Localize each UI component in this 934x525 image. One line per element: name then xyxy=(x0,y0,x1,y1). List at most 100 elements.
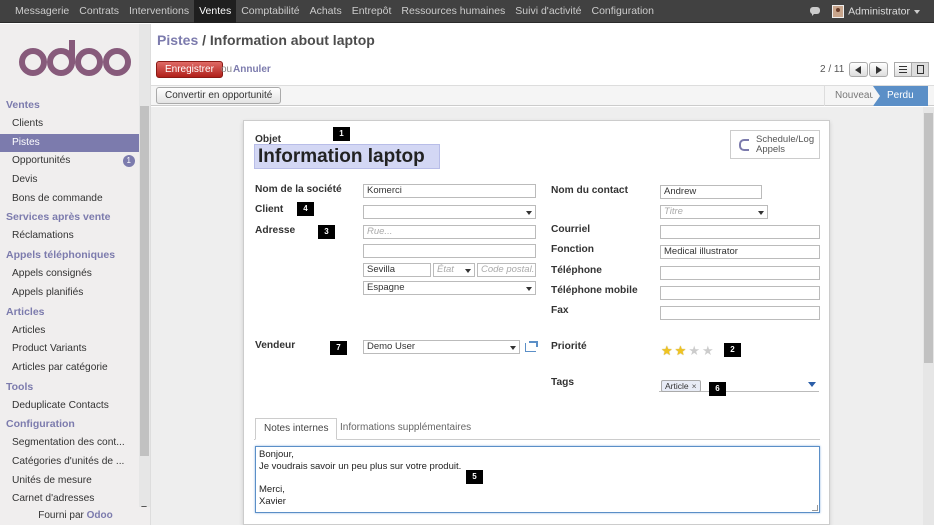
breadcrumb-pistes[interactable]: Pistes xyxy=(157,32,198,48)
email-label: Courriel xyxy=(551,224,591,235)
client-select[interactable] xyxy=(363,205,536,219)
top-menu-item[interactable]: Ressources humaines xyxy=(396,0,510,23)
chevron-down-icon xyxy=(914,9,920,14)
tab-extra-info[interactable]: Informations supplémentaires xyxy=(332,418,479,440)
zip-input[interactable]: Code postal. xyxy=(477,263,536,277)
top-menu-item[interactable]: Entrepôt xyxy=(347,0,397,23)
sidebar-section: Configuration xyxy=(0,415,139,434)
sidebar-item-label: Ventes xyxy=(6,99,40,111)
sidebar-section: Appels téléphoniques xyxy=(0,246,139,265)
star-icon[interactable]: ★ xyxy=(675,344,687,358)
sidebar-item-label: Carnet d'adresses xyxy=(12,493,95,505)
list-view-button[interactable] xyxy=(894,62,912,77)
salesman-select-value: Demo User xyxy=(367,341,416,352)
top-menu-item[interactable]: Interventions xyxy=(124,0,194,23)
arrow-left-icon xyxy=(855,66,861,74)
top-menu-item[interactable]: Configuration xyxy=(587,0,659,23)
sidebar-item-label: Opportunités xyxy=(12,155,71,167)
top-menu-item[interactable]: Contrats xyxy=(74,0,124,23)
sidebar-item[interactable]: Deduplicate Contacts xyxy=(0,397,139,416)
salesman-select[interactable]: Demo User xyxy=(363,340,520,354)
sidebar-item[interactable]: Pistes xyxy=(0,133,139,153)
sidebar-item-label: Deduplicate Contacts xyxy=(12,399,109,411)
contact-name-input[interactable]: Andrew xyxy=(660,185,762,199)
pager-next-button[interactable] xyxy=(869,62,888,77)
count-badge: 1 xyxy=(122,155,135,168)
main-scrollbar[interactable] xyxy=(923,107,934,525)
sidebar-item[interactable]: Appels consignés xyxy=(0,265,139,284)
sidebar-item[interactable]: Catégories d'unités de ... xyxy=(0,453,139,472)
function-input[interactable]: Medical illustrator xyxy=(660,245,820,259)
star-icon[interactable]: ★ xyxy=(688,344,700,358)
user-menu[interactable]: Administrator xyxy=(832,5,920,18)
top-menu-item[interactable]: Suivi d'activité xyxy=(510,0,586,23)
title-select[interactable]: Titre xyxy=(660,205,768,219)
sidebar-item[interactable]: Clients xyxy=(0,115,139,134)
schedule-log-calls-button[interactable]: Schedule/Log Appels xyxy=(730,130,820,159)
cancel-link[interactable]: Annuler xyxy=(233,64,271,75)
internal-notes-textarea[interactable]: Bonjour, Je voudrais savoir un peu plus … xyxy=(255,446,820,513)
stage-perdu[interactable]: Perdu xyxy=(873,86,928,106)
breadcrumb-separator: / xyxy=(198,32,210,48)
sidebar-item-label: Tools xyxy=(6,380,34,393)
sidebar-item[interactable]: Opportunités 1 xyxy=(0,152,139,171)
sidebar-item[interactable]: Unités de mesure xyxy=(0,472,139,491)
external-link-icon[interactable] xyxy=(525,341,538,352)
company-input[interactable]: Komerci xyxy=(363,184,536,198)
subject-input[interactable]: Information laptop xyxy=(254,144,440,169)
footer-text: Fourni par xyxy=(38,510,84,521)
fax-input[interactable] xyxy=(660,306,820,320)
sidebar-footer: Fourni par Odoo xyxy=(0,507,150,525)
top-menu-item[interactable]: Achats xyxy=(305,0,347,23)
marker-7: 7 xyxy=(330,341,347,355)
sidebar-item-label: Appels téléphoniques xyxy=(6,249,116,262)
footer-brand-link[interactable]: Odoo xyxy=(87,510,113,521)
top-menu-item[interactable]: Comptabilité xyxy=(236,0,304,23)
street2-input[interactable] xyxy=(363,244,536,258)
chevron-down-icon xyxy=(510,346,516,350)
sidebar-scrollbar[interactable] xyxy=(139,24,150,514)
sidebar: Ventes Clients Pistes Opportunités 1 Devis Bon… xyxy=(0,24,151,525)
sidebar-item[interactable]: Appels planifiés xyxy=(0,284,139,303)
state-placeholder: État xyxy=(437,264,454,275)
tag-label: Article xyxy=(665,381,689,391)
phone-input[interactable] xyxy=(660,266,820,280)
star-icon[interactable]: ★ xyxy=(702,344,714,358)
save-button[interactable]: Enregistrer xyxy=(156,61,223,78)
sidebar-item[interactable]: Articles par catégorie xyxy=(0,359,139,378)
chat-icon[interactable] xyxy=(810,6,822,17)
sidebar-menu: Ventes Clients Pistes Opportunités 1 Devis Bon… xyxy=(0,96,139,525)
top-menu-item[interactable]: Messagerie xyxy=(10,0,74,23)
sidebar-item[interactable]: Product Variants xyxy=(0,340,139,359)
sidebar-item[interactable]: Segmentation des cont... xyxy=(0,434,139,453)
chevron-down-icon[interactable] xyxy=(808,382,816,387)
sidebar-item[interactable]: Devis xyxy=(0,171,139,190)
star-icon[interactable]: ★ xyxy=(661,344,673,358)
sidebar-item[interactable]: Articles xyxy=(0,322,139,341)
main-scroll-thumb[interactable] xyxy=(924,113,933,363)
tab-internal-notes[interactable]: Notes internes xyxy=(255,418,338,440)
top-menu-item[interactable]: Ventes xyxy=(194,0,237,23)
email-input[interactable] xyxy=(660,225,820,239)
stage-nouveau[interactable]: Nouveau xyxy=(824,86,875,106)
sidebar-item-label: Clients xyxy=(12,118,44,129)
sidebar-item-label: Catégories d'unités de ... xyxy=(12,455,125,467)
street-input[interactable]: Rue... xyxy=(363,225,536,239)
resize-handle-icon[interactable] xyxy=(812,505,818,511)
priority-stars[interactable]: ★ ★ ★ ★ xyxy=(661,344,714,358)
state-select[interactable]: État xyxy=(433,263,475,277)
sidebar-item[interactable]: Bons de commande xyxy=(0,190,139,209)
city-input[interactable]: Sevilla xyxy=(363,263,431,277)
tag-remove-icon[interactable]: × xyxy=(692,381,697,391)
convert-opportunity-button[interactable]: Convertir en opportunité xyxy=(156,87,282,104)
pager-prev-button[interactable] xyxy=(849,62,868,77)
chevron-down-icon xyxy=(465,269,471,273)
title-placeholder: Titre xyxy=(664,206,683,217)
form-view-button[interactable] xyxy=(911,62,929,77)
sidebar-item[interactable]: Réclamations xyxy=(0,227,139,246)
sidebar-scroll-thumb[interactable] xyxy=(140,106,149,456)
chevron-down-icon xyxy=(526,287,532,291)
breadcrumb: Pistes / Information about laptop xyxy=(157,32,375,48)
country-select[interactable]: Espagne xyxy=(363,281,536,295)
mobile-input[interactable] xyxy=(660,286,820,300)
